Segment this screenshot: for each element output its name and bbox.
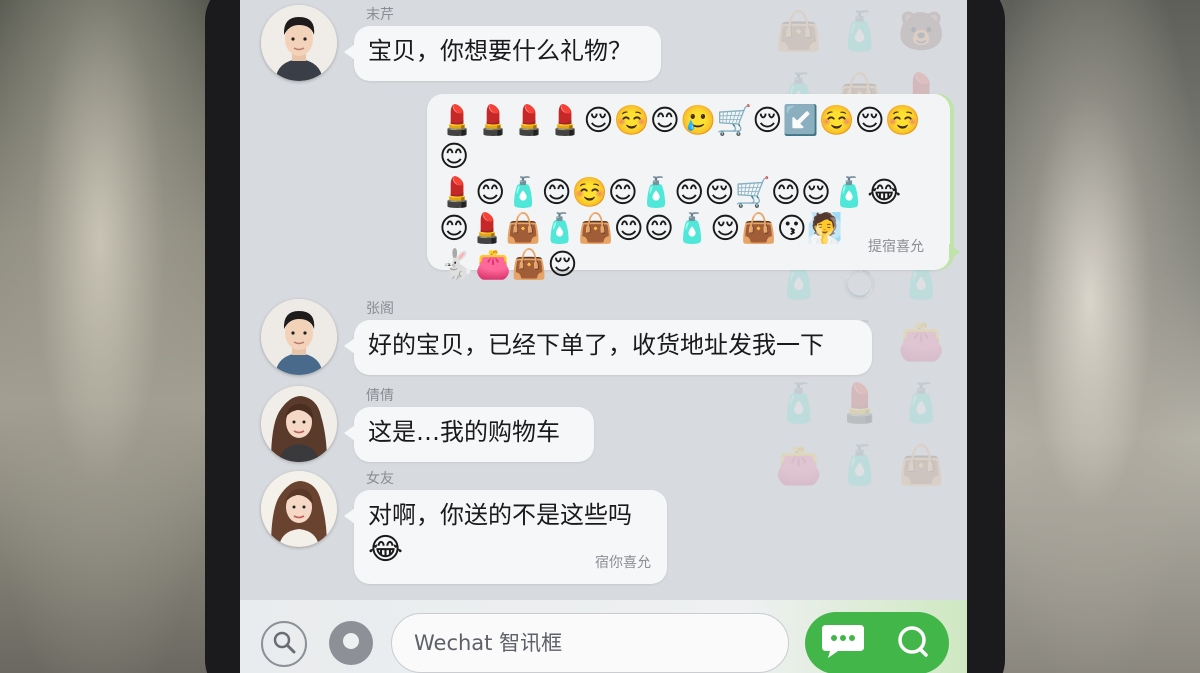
chat-icon (820, 621, 866, 665)
send-button-group[interactable] (805, 612, 949, 673)
input-bar: Wechat 智讯框 (240, 600, 967, 673)
sender-name: 倩倩 (366, 388, 394, 404)
message-timestamp: 宿你喜允 (595, 555, 651, 571)
sender-name: 张阁 (366, 301, 394, 317)
message-bubble[interactable]: 好的宝贝，已经下单了，收货地址发我一下 (344, 320, 872, 375)
emoji-grid: 💄💄💄💄😌☺️😊🥲🛒😌↙️☺️😌☺️😊 💄😊🧴😊☺️😊🧴😊😌🛒😊😌🧴😂 😊💄👜🧴… (439, 102, 939, 282)
scene: 👜🧴🐻🧴👜💄🧴👛🧴💄🐻👜🧴💍🧴👜🧴👛🧴💄🧴👛🧴👜 末芹 宝贝，你想要什么礼物？ (0, 0, 1200, 673)
emoji-row: 🐇👛👜😌 (439, 247, 578, 281)
search-button[interactable] (891, 621, 935, 665)
avatar[interactable] (261, 5, 337, 81)
message-bubble[interactable]: 对啊，你送的不是这些吗 😂 宿你喜允 (344, 490, 667, 584)
message-bubble[interactable]: 这是…我的购物车 (344, 407, 594, 462)
message-text: 对啊，你送的不是这些吗 (368, 501, 632, 529)
avatar[interactable] (261, 471, 337, 547)
message-bubble[interactable]: 宝贝，你想要什么礼物？ (344, 26, 661, 81)
avatar[interactable] (261, 386, 337, 462)
message-timestamp: 提宿喜允 (868, 239, 924, 255)
avatar[interactable] (261, 299, 337, 375)
chat-button[interactable] (819, 621, 867, 665)
voice-icon (269, 627, 299, 661)
emoji-row: 💄💄💄💄😌☺️😊🥲🛒😌↙️☺️😌☺️😊 (439, 103, 922, 173)
emoji-row: 💄😊🧴😊☺️😊🧴😊😌🛒😊😌🧴😂 (439, 175, 902, 209)
wallpaper-pattern: 👜🧴🐻🧴👜💄🧴👛🧴💄🐻👜🧴💍🧴👜🧴👛🧴💄🧴👛🧴👜 (775, 9, 959, 487)
emoji-icon (340, 630, 362, 656)
message-text: 这是…我的购物车 (368, 418, 560, 446)
voice-button[interactable] (261, 621, 307, 667)
message-text: 宝贝，你想要什么礼物？ (368, 37, 632, 65)
message-text: 好的宝贝，已经下单了，收货地址发我一下 (368, 331, 824, 359)
message-bubble-outgoing[interactable]: 💄💄💄💄😌☺️😊🥲🛒😌↙️☺️😌☺️😊 💄😊🧴😊☺️😊🧴😊😌🛒😊😌🧴😂 😊💄👜🧴… (427, 94, 960, 281)
search-icon (894, 622, 932, 664)
sender-name: 末芹 (366, 7, 394, 23)
background-left (0, 0, 215, 673)
chat-screen: 👜🧴🐻🧴👜💄🧴👛🧴💄🐻👜🧴💍🧴👜🧴👛🧴💄🧴👛🧴👜 末芹 宝贝，你想要什么礼物？ (240, 0, 967, 673)
emoji-button[interactable] (329, 621, 373, 665)
background-right (1000, 0, 1200, 673)
emoji-row: 😊💄👜🧴👜😊😊🧴😌👜😗🧖 (439, 211, 843, 245)
sender-name: 女友 (366, 471, 394, 487)
message-input[interactable]: Wechat 智讯框 (391, 613, 789, 673)
